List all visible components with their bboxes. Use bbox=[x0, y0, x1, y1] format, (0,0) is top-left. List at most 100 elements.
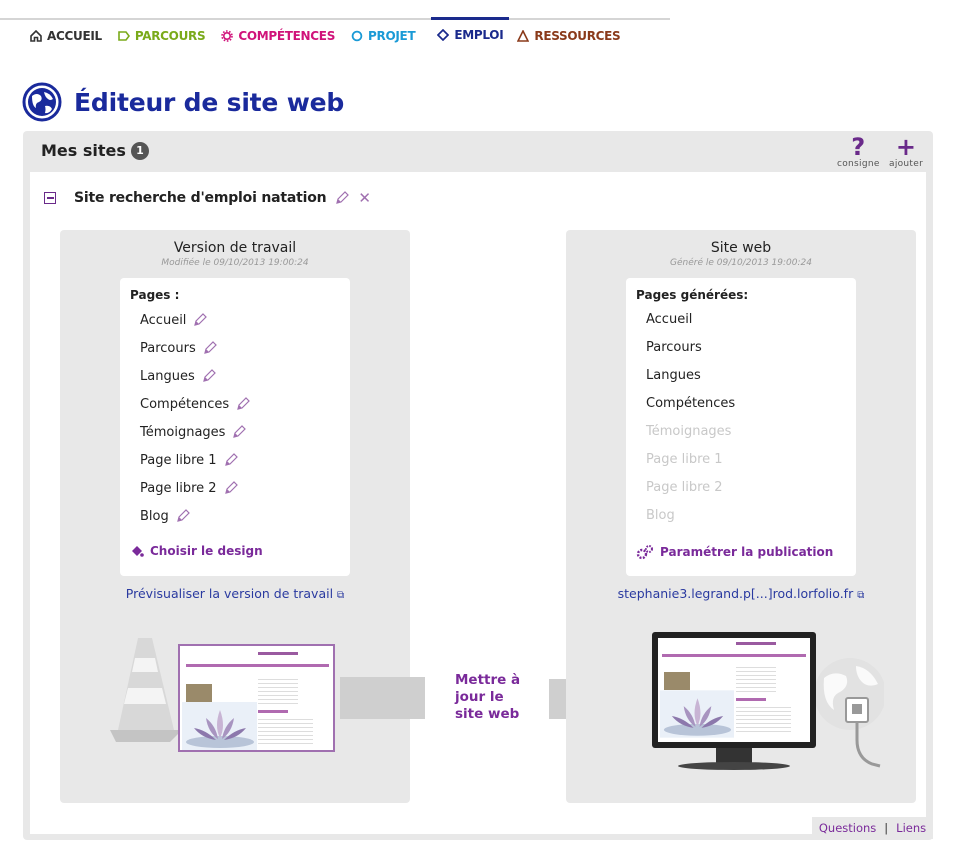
working-pages-heading: Pages : bbox=[130, 288, 180, 302]
nav-label: PROJET bbox=[368, 29, 416, 43]
questions-link[interactable]: Questions bbox=[819, 821, 876, 835]
delete-site-close-icon[interactable]: ✕ bbox=[358, 189, 371, 207]
consigne-label: consigne bbox=[837, 159, 880, 169]
globe-icon bbox=[22, 82, 62, 122]
generated-page-item: Parcours bbox=[646, 340, 702, 355]
working-title: Version de travail bbox=[173, 240, 297, 256]
edit-pencil-icon[interactable] bbox=[201, 368, 217, 384]
working-pages-box: Pages : Accueil Parcours Langues Compétence… bbox=[120, 278, 350, 576]
liens-link[interactable]: Liens bbox=[896, 821, 926, 835]
working-page-item: Compétences bbox=[140, 396, 251, 412]
tag-icon bbox=[118, 30, 130, 42]
main-nav: ACCUEIL PARCOURS COMPÉTENCES PROJET EMPLOI RE… bbox=[30, 17, 636, 50]
nav-item-projet[interactable]: PROJET bbox=[351, 20, 423, 46]
nav-item-emploi[interactable]: EMPLOI bbox=[431, 17, 510, 43]
update-line-1: Mettre à bbox=[455, 672, 521, 688]
home-icon bbox=[30, 30, 42, 42]
working-page-label: Compétences bbox=[140, 396, 230, 412]
generated-page-label: Témoignages bbox=[646, 424, 732, 439]
edit-pencil-icon[interactable] bbox=[223, 452, 239, 468]
circle-icon bbox=[351, 30, 363, 42]
paint-bucket-icon bbox=[132, 546, 144, 557]
edit-pencil-icon[interactable] bbox=[175, 508, 191, 524]
update-line-3: site web bbox=[455, 706, 520, 722]
working-page-item: Langues bbox=[140, 368, 217, 384]
triangle-icon bbox=[517, 30, 530, 42]
generated-page-label: Langues bbox=[646, 368, 701, 383]
ajouter-button[interactable]: + ajouter bbox=[889, 135, 923, 169]
nav-label: PARCOURS bbox=[134, 29, 206, 43]
generated-page-label: Parcours bbox=[646, 340, 702, 355]
working-page-item: Accueil bbox=[140, 312, 208, 328]
generated-page-item: Compétences bbox=[646, 396, 735, 411]
generated-page-label: Page libre 1 bbox=[646, 452, 723, 467]
edit-pencil-icon[interactable] bbox=[231, 424, 247, 440]
generated-page-item: Témoignages bbox=[646, 424, 731, 439]
working-page-label: Page libre 1 bbox=[140, 452, 217, 468]
generated-page-item: Accueil bbox=[646, 312, 692, 327]
edit-pencil-icon[interactable] bbox=[223, 480, 239, 496]
edit-site-pencil-icon[interactable] bbox=[334, 190, 350, 206]
question-icon: ? bbox=[851, 133, 866, 161]
edit-pencil-icon[interactable] bbox=[192, 312, 208, 328]
working-page-label: Parcours bbox=[140, 340, 196, 356]
working-preview-thumbnail[interactable] bbox=[178, 644, 335, 752]
panel-heading: Mes sites 1 bbox=[41, 141, 149, 160]
website-pages-heading: Pages générées: bbox=[636, 288, 749, 302]
generated-page-label: Accueil bbox=[646, 312, 693, 327]
working-page-label: Langues bbox=[140, 368, 195, 384]
diamond-icon bbox=[437, 28, 450, 41]
site-name: Site recherche d'emploi natation bbox=[74, 190, 327, 206]
plus-icon: + bbox=[895, 133, 917, 161]
preview-working-label: Prévisualiser la version de travail bbox=[125, 586, 334, 601]
nav-item-accueil[interactable]: ACCUEIL bbox=[30, 20, 110, 46]
generated-page-label: Compétences bbox=[646, 396, 736, 411]
update-line-2: jour le bbox=[455, 689, 504, 705]
globe-network-icon bbox=[814, 658, 884, 768]
preview-working-link[interactable]: Prévisualiser la version de travail ⧉ bbox=[60, 586, 410, 601]
working-page-item: Parcours bbox=[140, 340, 218, 356]
working-page-item: Témoignages bbox=[140, 424, 247, 440]
generated-page-item: Blog bbox=[646, 508, 675, 523]
update-arrow-tail bbox=[340, 677, 425, 719]
consigne-button[interactable]: ? consigne bbox=[837, 135, 880, 169]
edit-pencil-icon[interactable] bbox=[235, 396, 251, 412]
website-title: Site web bbox=[710, 240, 772, 256]
generated-page-label: Blog bbox=[646, 508, 675, 523]
nav-label: RESSOURCES bbox=[534, 29, 621, 43]
edit-pencil-icon[interactable] bbox=[202, 340, 218, 356]
website-monitor-preview[interactable] bbox=[652, 632, 816, 748]
generated-page-item: Page libre 1 bbox=[646, 452, 723, 467]
external-link-icon: ⧉ bbox=[857, 590, 865, 601]
working-page-item: Blog bbox=[140, 508, 191, 524]
working-page-label: Accueil bbox=[140, 312, 187, 328]
generated-page-item: Langues bbox=[646, 368, 701, 383]
collapse-toggle[interactable] bbox=[44, 192, 56, 204]
ajouter-label: ajouter bbox=[889, 159, 924, 169]
working-page-label: Blog bbox=[140, 508, 169, 524]
update-site-button[interactable]: Mettre à jour le site web bbox=[455, 672, 535, 723]
nav-label: EMPLOI bbox=[454, 27, 504, 42]
nav-item-ressources[interactable]: RESSOURCES bbox=[517, 20, 628, 46]
working-page-label: Témoignages bbox=[140, 424, 226, 440]
gears-icon bbox=[636, 545, 653, 560]
working-page-label: Page libre 2 bbox=[140, 480, 217, 496]
published-site-link[interactable]: stephanie3.legrand.p[...]rod.lorfolio.fr… bbox=[566, 586, 916, 601]
website-column: Site web Généré le 09/10/2013 19:00:24 P… bbox=[566, 230, 916, 803]
sites-count-badge: 1 bbox=[130, 141, 149, 160]
page-title: Éditeur de site web bbox=[74, 87, 345, 117]
generated-page-label: Page libre 2 bbox=[646, 480, 723, 495]
site-row: Site recherche d'emploi natation ✕ bbox=[44, 189, 371, 207]
external-link-icon: ⧉ bbox=[337, 590, 345, 601]
nav-item-competences[interactable]: COMPÉTENCES bbox=[221, 20, 343, 46]
gear-icon bbox=[221, 30, 234, 42]
publication-settings-label: Paramétrer la publication bbox=[660, 545, 834, 559]
website-generated-date: Généré le 09/10/2013 19:00:24 bbox=[670, 258, 812, 268]
nav-item-parcours[interactable]: PARCOURS bbox=[118, 20, 213, 46]
publication-settings-button[interactable]: Paramétrer la publication bbox=[636, 544, 833, 560]
generated-page-item: Page libre 2 bbox=[646, 480, 723, 495]
nav-label: ACCUEIL bbox=[47, 29, 102, 43]
footer-links: Questions | Liens bbox=[812, 817, 933, 839]
choose-design-button[interactable]: Choisir le design bbox=[130, 544, 263, 558]
choose-design-label: Choisir le design bbox=[150, 544, 263, 558]
